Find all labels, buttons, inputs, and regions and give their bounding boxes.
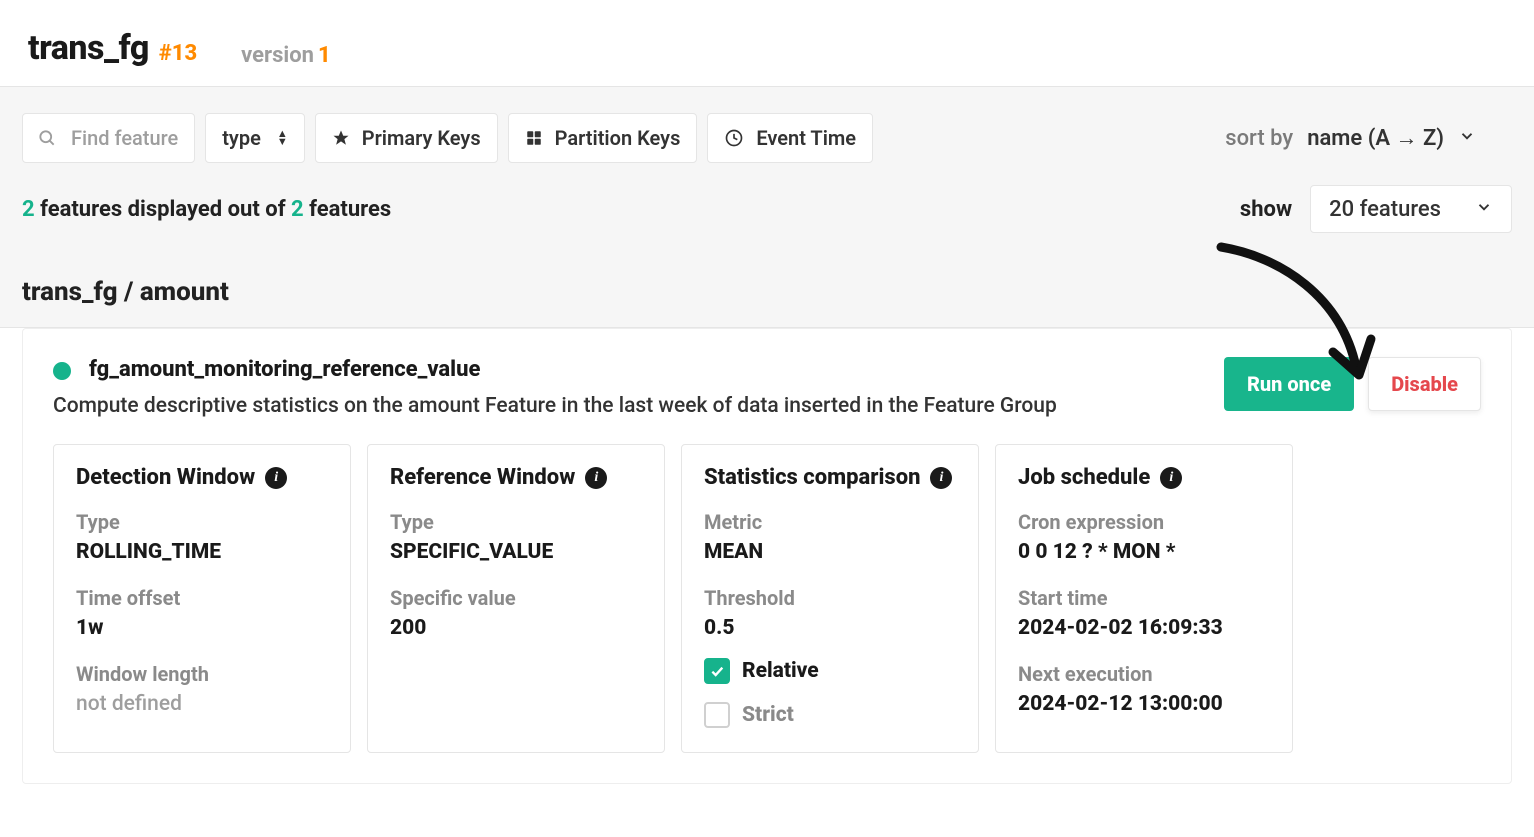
card-actions: Run once Disable xyxy=(1224,357,1481,411)
stats-metric-value: MEAN xyxy=(704,540,956,564)
reference-window-panel: Reference Window i Type SPECIFIC_VALUE S… xyxy=(367,444,665,753)
checkbox-unchecked-icon xyxy=(704,702,730,728)
schedule-cron-value: 0 0 12 ? * MON * xyxy=(1018,540,1270,564)
partition-keys-filter-button[interactable]: Partition Keys xyxy=(508,113,698,163)
show-label: show xyxy=(1240,197,1292,222)
detection-window-panel: Detection Window i Type ROLLING_TIME Tim… xyxy=(53,444,351,753)
strict-label: Strict xyxy=(742,703,794,727)
primary-keys-label: Primary Keys xyxy=(362,126,481,150)
detection-length-value: not defined xyxy=(76,692,328,716)
count-row: 2 features displayed out of 2 features s… xyxy=(0,181,1534,255)
card-header: fg_amount_monitoring_reference_value Com… xyxy=(53,357,1481,418)
monitoring-title: fg_amount_monitoring_reference_value xyxy=(89,357,1206,382)
statistics-comparison-panel: Statistics comparison i Metric MEAN Thre… xyxy=(681,444,979,753)
field-label: Specific value xyxy=(390,586,642,610)
info-icon[interactable]: i xyxy=(1160,467,1182,489)
field-label: Next execution xyxy=(1018,662,1270,686)
feature-group-name: trans_fg xyxy=(28,28,149,68)
event-time-filter-button[interactable]: Event Time xyxy=(707,113,873,163)
sort-arrows-icon: ▲▼ xyxy=(277,130,288,146)
relative-label: Relative xyxy=(742,659,819,683)
title-group: trans_fg #13 xyxy=(28,28,197,68)
search-placeholder: Find feature xyxy=(71,126,178,150)
search-input[interactable]: Find feature xyxy=(22,113,195,163)
schedule-start-value: 2024-02-02 16:09:33 xyxy=(1018,616,1270,640)
partition-keys-label: Partition Keys xyxy=(555,126,681,150)
count-displayed: 2 xyxy=(22,197,35,222)
strict-checkbox-row[interactable]: Strict xyxy=(704,702,956,728)
card-title-column: fg_amount_monitoring_reference_value Com… xyxy=(89,357,1206,418)
checkbox-checked-icon xyxy=(704,658,730,684)
search-icon xyxy=(37,128,57,148)
count-tail: features xyxy=(309,197,391,222)
panels-row: Detection Window i Type ROLLING_TIME Tim… xyxy=(53,444,1481,753)
job-schedule-panel: Job schedule i Cron expression 0 0 12 ? … xyxy=(995,444,1293,753)
field-label: Cron expression xyxy=(1018,510,1270,534)
field-label: Metric xyxy=(704,510,956,534)
reference-specific-value: 200 xyxy=(390,616,642,640)
schedule-next-value: 2024-02-12 13:00:00 xyxy=(1018,692,1270,716)
filter-toolbar: Find feature type ▲▼ Primary Keys Partit… xyxy=(0,87,1534,181)
count-total: 2 xyxy=(291,197,304,222)
sort-by-select[interactable]: sort by name (A → Z) xyxy=(1225,125,1512,151)
field-label: Type xyxy=(390,510,642,534)
panel-title: Job schedule xyxy=(1018,465,1150,490)
panel-title: Detection Window xyxy=(76,465,255,490)
type-filter-label: type xyxy=(222,126,261,150)
info-icon[interactable]: i xyxy=(585,467,607,489)
feature-group-id-tag: #13 xyxy=(159,41,197,66)
sort-by-label: sort by xyxy=(1225,126,1293,151)
chevron-down-icon xyxy=(1475,198,1493,221)
page-header: trans_fg #13 version 1 xyxy=(0,0,1534,87)
show-count-value: 20 features xyxy=(1329,197,1441,222)
status-indicator-dot xyxy=(53,362,71,380)
sort-by-value: name (A → Z) xyxy=(1307,125,1444,151)
reference-type-value: SPECIFIC_VALUE xyxy=(390,540,642,564)
panel-title: Statistics comparison xyxy=(704,465,920,490)
field-label: Type xyxy=(76,510,328,534)
monitoring-card: fg_amount_monitoring_reference_value Com… xyxy=(22,328,1512,784)
monitoring-description: Compute descriptive statistics on the am… xyxy=(53,394,1206,418)
type-filter-select[interactable]: type ▲▼ xyxy=(205,113,305,163)
feature-count-text: 2 features displayed out of 2 features xyxy=(22,197,391,222)
detection-offset-value: 1w xyxy=(76,616,328,640)
star-icon xyxy=(332,129,350,147)
breadcrumb: trans_fg / amount xyxy=(0,255,1534,327)
primary-keys-filter-button[interactable]: Primary Keys xyxy=(315,113,498,163)
info-icon[interactable]: i xyxy=(930,467,952,489)
panel-title: Reference Window xyxy=(390,465,575,490)
version-indicator: version 1 xyxy=(241,43,330,68)
disable-button[interactable]: Disable xyxy=(1368,357,1481,411)
show-count-select[interactable]: 20 features xyxy=(1310,185,1512,233)
field-label: Time offset xyxy=(76,586,328,610)
detection-type-value: ROLLING_TIME xyxy=(76,540,328,564)
stats-threshold-value: 0.5 xyxy=(704,616,956,640)
version-label: version xyxy=(241,43,314,68)
version-number: 1 xyxy=(318,43,331,68)
info-icon[interactable]: i xyxy=(265,467,287,489)
run-once-button[interactable]: Run once xyxy=(1224,357,1354,411)
field-label: Start time xyxy=(1018,586,1270,610)
field-label: Threshold xyxy=(704,586,956,610)
show-group: show 20 features xyxy=(1240,185,1512,233)
chevron-down-icon xyxy=(1458,127,1476,150)
event-time-label: Event Time xyxy=(756,126,856,150)
partition-icon xyxy=(525,129,543,147)
field-label: Window length xyxy=(76,662,328,686)
relative-checkbox-row[interactable]: Relative xyxy=(704,658,956,684)
clock-icon xyxy=(724,128,744,148)
controls-area: Find feature type ▲▼ Primary Keys Partit… xyxy=(0,87,1534,328)
count-mid: features displayed out of xyxy=(40,197,285,222)
